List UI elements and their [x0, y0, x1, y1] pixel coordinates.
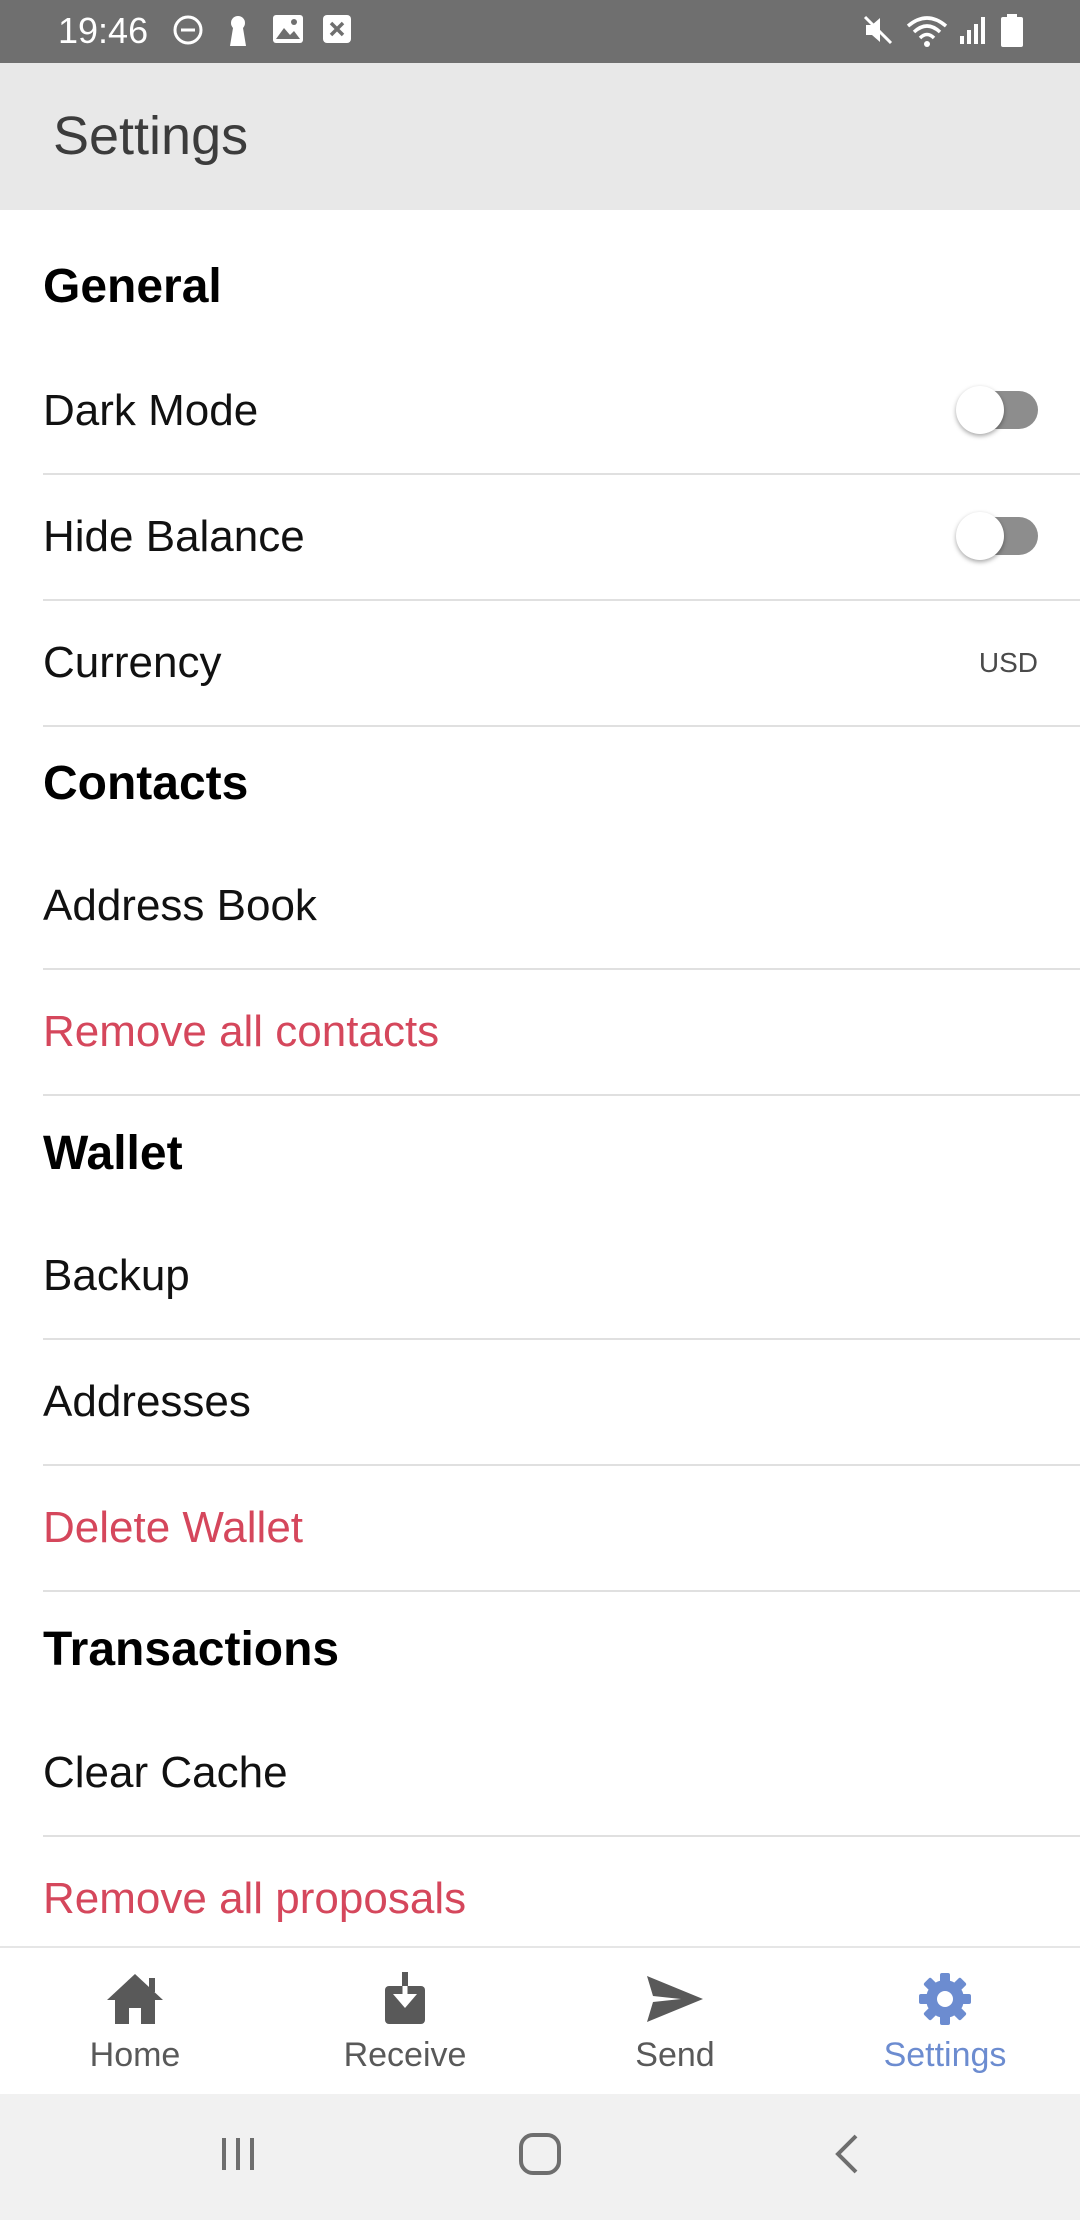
switch-thumb — [956, 512, 1004, 560]
nav-receive[interactable]: Receive — [270, 1948, 540, 2096]
image-icon — [273, 15, 303, 43]
hide-balance-row[interactable]: Hide Balance — [43, 474, 1080, 599]
keyhole-icon — [230, 16, 246, 46]
delete-wallet-label: Delete Wallet — [43, 1503, 304, 1552]
dark-mode-label: Dark Mode — [43, 386, 259, 435]
remove-all-proposals-row[interactable]: Remove all proposals — [43, 1836, 1080, 1946]
dark-mode-row[interactable]: Dark Mode — [43, 348, 1080, 473]
remove-all-proposals-label: Remove all proposals — [43, 1874, 467, 1923]
download-icon — [385, 1972, 425, 2024]
close-box-icon — [323, 15, 351, 43]
do-not-disturb-icon — [173, 15, 203, 45]
address-book-row[interactable]: Address Book — [43, 843, 1080, 968]
bottom-nav: Home Receive Send Settings — [0, 1946, 1080, 2096]
status-bar: 19:46 — [0, 0, 1080, 63]
nav-settings-label: Settings — [883, 2036, 1007, 2074]
clear-cache-row[interactable]: Clear Cache — [43, 1710, 1080, 1835]
nav-home-label: Home — [89, 2036, 181, 2074]
battery-icon — [1001, 14, 1023, 47]
nav-send-label: Send — [635, 2036, 715, 2074]
backup-row[interactable]: Backup — [43, 1213, 1080, 1338]
section-header-wallet: Wallet — [43, 1127, 183, 1180]
nav-home[interactable]: Home — [0, 1948, 270, 2096]
app-bar: Settings — [0, 63, 1080, 210]
status-time: 19:46 — [58, 10, 149, 51]
nav-settings[interactable]: Settings — [810, 1948, 1080, 2096]
section-header-contacts: Contacts — [43, 757, 249, 810]
gear-icon — [919, 1973, 971, 2025]
page-title: Settings — [53, 106, 249, 166]
delete-wallet-row[interactable]: Delete Wallet — [43, 1465, 1080, 1590]
clear-cache-label: Clear Cache — [43, 1748, 288, 1797]
currency-row[interactable]: Currency USD — [43, 600, 1080, 725]
addresses-label: Addresses — [43, 1377, 251, 1426]
recent-apps-icon[interactable] — [216, 2132, 260, 2176]
signal-icon — [960, 17, 985, 44]
home-button-icon[interactable] — [518, 2132, 562, 2176]
system-nav — [0, 2094, 1080, 2220]
remove-all-contacts-row[interactable]: Remove all contacts — [43, 969, 1080, 1094]
currency-value: USD — [978, 647, 1038, 678]
address-book-label: Address Book — [43, 881, 317, 930]
switch-thumb — [956, 386, 1004, 434]
wifi-icon — [906, 16, 948, 47]
nav-receive-label: Receive — [343, 2036, 467, 2074]
section-header-general: General — [43, 260, 222, 313]
nav-send[interactable]: Send — [540, 1948, 810, 2096]
section-header-transactions: Transactions — [43, 1623, 340, 1676]
addresses-row[interactable]: Addresses — [43, 1339, 1080, 1464]
hide-balance-label: Hide Balance — [43, 512, 305, 561]
backup-label: Backup — [43, 1251, 190, 1300]
home-icon — [107, 1974, 163, 2024]
currency-label: Currency — [43, 638, 222, 687]
send-icon — [647, 1976, 703, 2022]
divider — [43, 1094, 1080, 1096]
back-icon[interactable] — [826, 2132, 870, 2176]
divider — [43, 725, 1080, 727]
mute-icon — [863, 15, 893, 45]
dark-mode-switch[interactable] — [956, 386, 1038, 434]
hide-balance-switch[interactable] — [956, 512, 1038, 560]
remove-all-contacts-label: Remove all contacts — [43, 1007, 440, 1056]
divider — [43, 1590, 1080, 1592]
